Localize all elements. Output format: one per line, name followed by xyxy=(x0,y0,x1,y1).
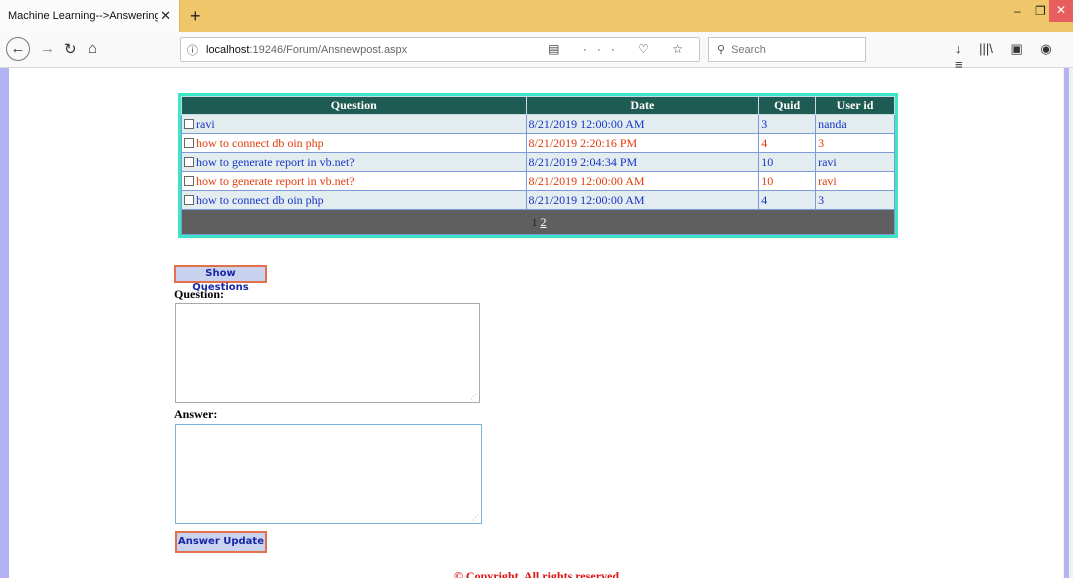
page-viewport: Question Date Quid User id ravi 8/21/201… xyxy=(0,68,1073,578)
answer-label: Answer: xyxy=(174,407,218,421)
row-checkbox[interactable] xyxy=(184,194,194,205)
library-icon[interactable]: |||\ xyxy=(979,41,993,56)
questions-grid: Question Date Quid User id ravi 8/21/201… xyxy=(178,93,898,238)
questions-table: Question Date Quid User id ravi 8/21/201… xyxy=(181,96,895,235)
question-link[interactable]: how to generate report in vb.net? xyxy=(196,155,355,169)
reload-icon[interactable]: ↻ xyxy=(64,40,77,58)
quid-cell: 4 xyxy=(758,133,817,153)
question-textarea[interactable]: ⋰ xyxy=(175,303,480,403)
window-close-icon[interactable]: ✕ xyxy=(1049,0,1073,22)
question-link[interactable]: ravi xyxy=(196,117,215,131)
header-quid: Quid xyxy=(758,96,817,115)
site-info-icon[interactable]: ⓘ xyxy=(187,42,198,58)
table-row: how to connect db oin php 8/21/2019 2:20… xyxy=(181,133,895,153)
date-cell: 8/21/2019 2:04:34 PM xyxy=(525,152,760,172)
search-icon: ⚲ xyxy=(717,44,726,56)
table-row: how to generate report in vb.net? 8/21/2… xyxy=(181,171,895,191)
row-checkbox[interactable] xyxy=(184,137,194,148)
answer-textarea[interactable]: ⋰ xyxy=(175,424,482,524)
search-input[interactable]: ⚲ Search xyxy=(708,37,866,62)
home-icon[interactable]: ⌂ xyxy=(88,40,97,57)
date-cell: 8/21/2019 2:20:16 PM xyxy=(525,133,760,153)
search-placeholder: Search xyxy=(731,43,766,56)
sidebar-icon[interactable]: ▣ xyxy=(1011,41,1023,56)
user-cell: nanda xyxy=(815,114,895,134)
user-cell: 3 xyxy=(815,133,895,153)
copyright-text: © Copyright. All rights reserved xyxy=(453,569,620,578)
pager-link-2[interactable]: 2 xyxy=(541,215,547,229)
table-row: how to connect db oin php 8/21/2019 12:0… xyxy=(181,190,895,210)
quid-cell: 3 xyxy=(758,114,817,134)
pager-row: 1 2 xyxy=(181,209,895,235)
answer-update-button[interactable]: Answer Update xyxy=(175,531,267,553)
left-border xyxy=(0,68,9,578)
question-link[interactable]: how to generate report in vb.net? xyxy=(196,174,355,188)
table-row: how to generate report in vb.net? 8/21/2… xyxy=(181,152,895,172)
back-arrow-icon[interactable]: ← xyxy=(6,37,30,61)
user-cell: 3 xyxy=(815,190,895,210)
resize-grip-icon[interactable]: ⋰ xyxy=(472,514,479,522)
row-checkbox[interactable] xyxy=(184,156,194,167)
tab-strip: Machine Learning-->Answering Ne ✕ + – ❐ … xyxy=(0,0,1073,32)
header-date: Date xyxy=(525,96,760,115)
url-host: localhost xyxy=(206,43,250,56)
question-label: Question: xyxy=(174,287,225,301)
table-row: ravi 8/21/2019 12:00:00 AM 3 nanda xyxy=(181,114,895,134)
download-icon[interactable]: ↓ xyxy=(955,41,962,56)
user-cell: ravi xyxy=(815,171,895,191)
navigation-bar: ← → ↻ ⌂ ⓘ localhost:19246/Forum/Ansnewpo… xyxy=(0,32,1073,72)
show-questions-button[interactable]: Show Questions xyxy=(174,265,267,293)
quid-cell: 10 xyxy=(758,152,817,172)
url-tools-icons[interactable]: ▤ ··· ♡ ☆ xyxy=(548,42,693,56)
header-question: Question xyxy=(181,96,527,115)
quid-cell: 4 xyxy=(758,190,817,210)
resize-grip-icon[interactable]: ⋰ xyxy=(470,393,477,401)
user-cell: ravi xyxy=(815,152,895,172)
header-user-id: User id xyxy=(815,96,895,115)
forward-arrow-icon[interactable]: → xyxy=(40,40,55,57)
window-minimize-icon[interactable]: – xyxy=(1014,4,1021,18)
window-maximize-icon[interactable]: ❐ xyxy=(1035,4,1046,18)
tab-title: Machine Learning-->Answering Ne xyxy=(8,10,158,22)
tab-close-icon[interactable]: ✕ xyxy=(160,9,171,22)
table-header: Question Date Quid User id xyxy=(181,96,895,115)
question-link[interactable]: how to connect db oin php xyxy=(196,136,324,150)
question-link[interactable]: how to connect db oin php xyxy=(196,193,324,207)
quid-cell: 10 xyxy=(758,171,817,191)
account-icon[interactable]: ◉ xyxy=(1040,41,1051,56)
pager-current: 1 xyxy=(531,214,538,229)
date-cell: 8/21/2019 12:00:00 AM xyxy=(525,114,760,134)
row-checkbox[interactable] xyxy=(184,118,194,129)
browser-tab[interactable]: Machine Learning-->Answering Ne ✕ xyxy=(0,0,180,32)
date-cell: 8/21/2019 12:00:00 AM xyxy=(525,171,760,191)
address-bar[interactable]: ⓘ localhost:19246/Forum/Ansnewpost.aspx … xyxy=(180,37,700,62)
url-path: :19246/Forum/Ansnewpost.aspx xyxy=(249,43,408,56)
date-cell: 8/21/2019 12:00:00 AM xyxy=(525,190,760,210)
new-tab-icon[interactable]: + xyxy=(190,6,201,27)
row-checkbox[interactable] xyxy=(184,175,194,186)
scrollbar-thumb[interactable] xyxy=(1064,68,1069,578)
